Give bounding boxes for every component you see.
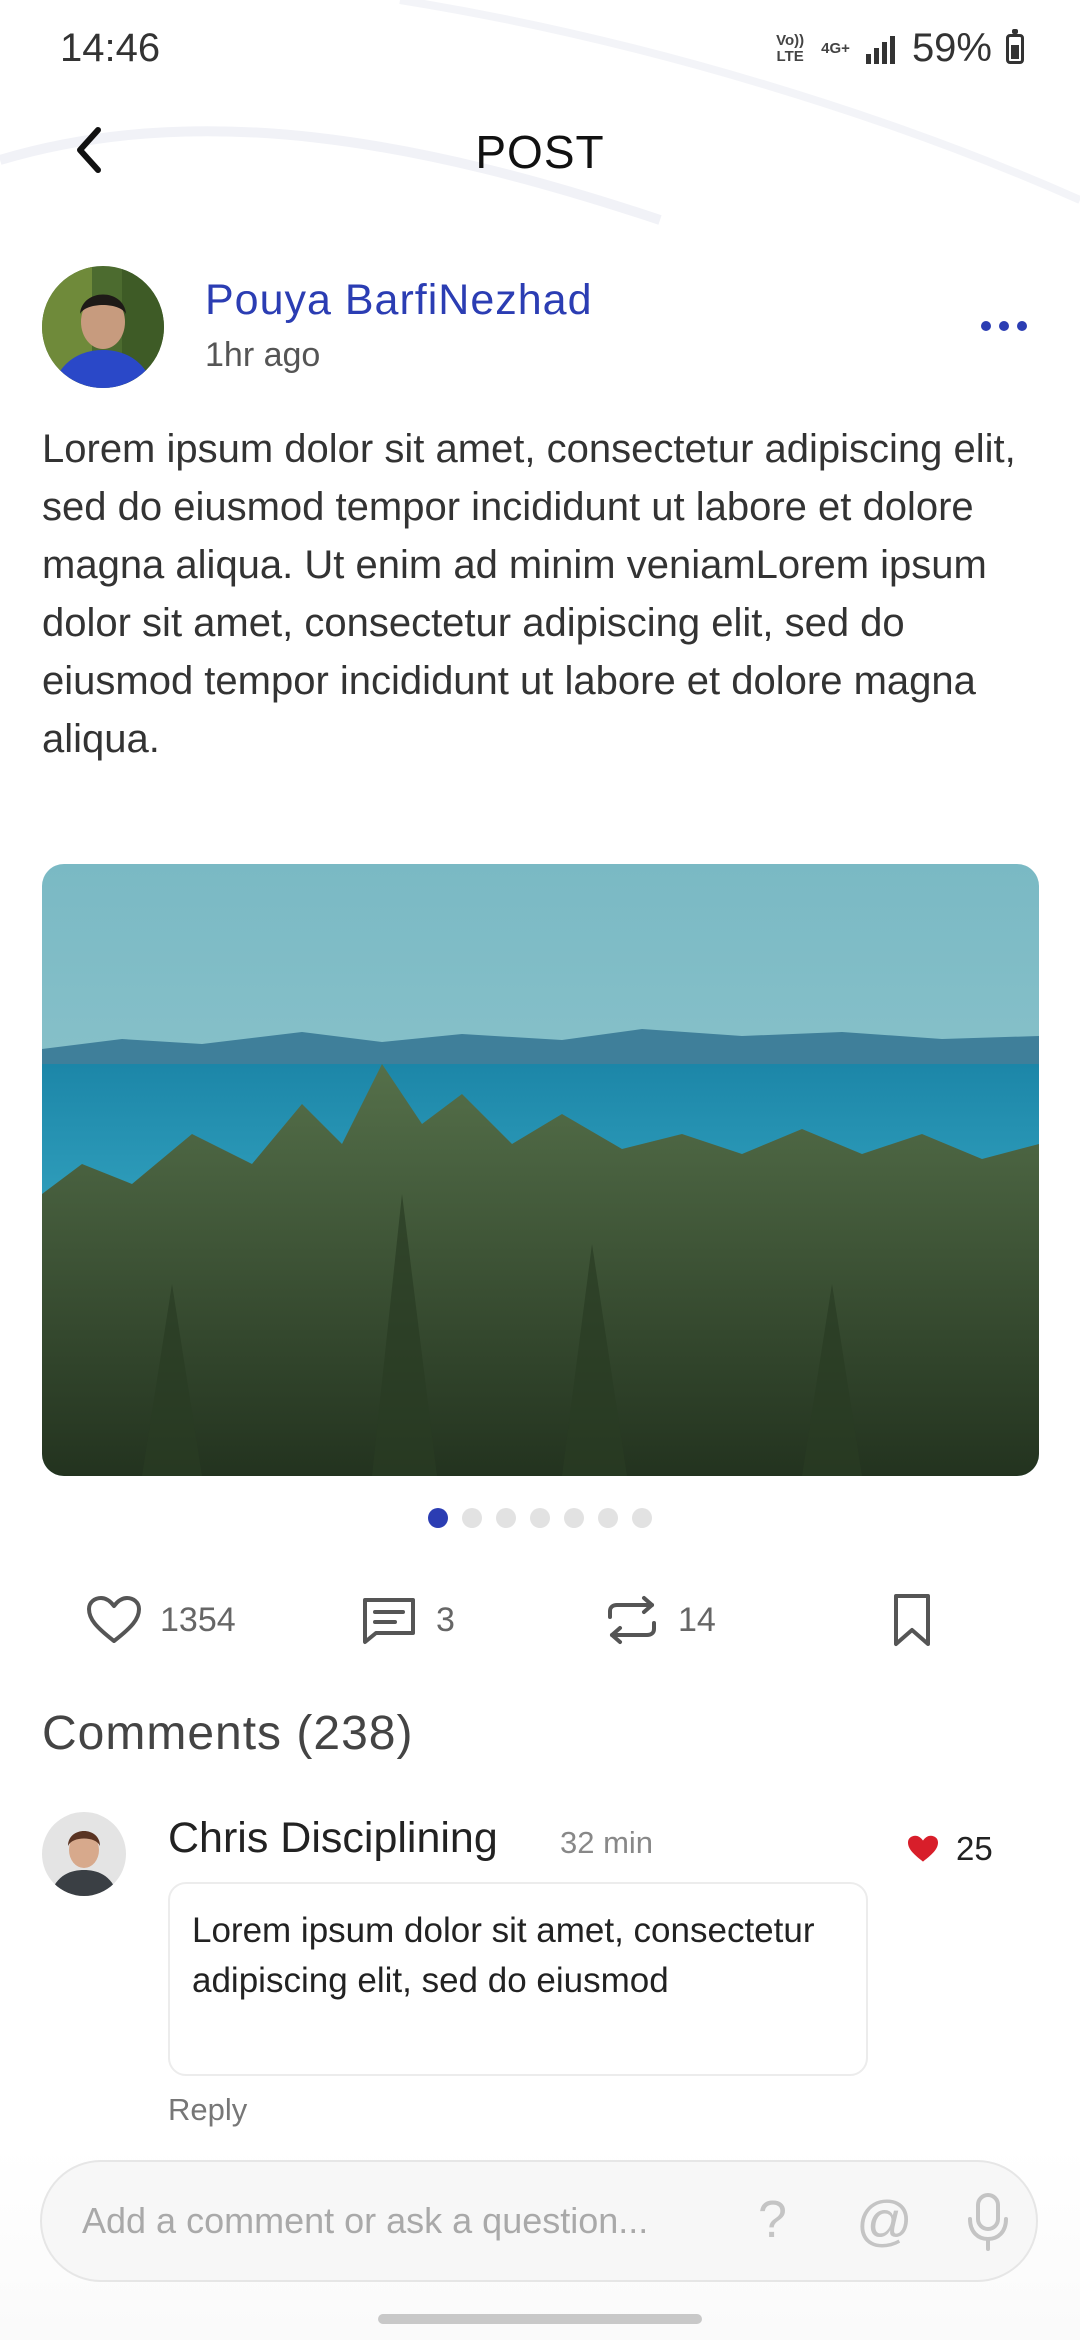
- status-time: 14:46: [60, 26, 161, 70]
- commenter-name[interactable]: Chris Disciplining: [168, 1814, 498, 1863]
- author-name[interactable]: Pouya BarfiNezhad: [205, 276, 593, 325]
- comment-count: 3: [436, 1600, 455, 1639]
- carousel-dot[interactable]: [564, 1508, 584, 1528]
- volte-indicator: Vo)) LTE: [776, 31, 805, 65]
- status-icons: Vo)) LTE 4G+ 59%: [773, 26, 1024, 71]
- carousel-dot[interactable]: [632, 1508, 652, 1528]
- comment-like-count: 25: [956, 1830, 993, 1867]
- carousel-dot[interactable]: [496, 1508, 516, 1528]
- comment-like-button[interactable]: 25: [906, 1830, 993, 1868]
- carousel-dot[interactable]: [462, 1508, 482, 1528]
- comment-icon: [363, 1598, 415, 1644]
- repost-icon: [608, 1596, 656, 1644]
- commenter-avatar[interactable]: [42, 1812, 126, 1896]
- comments-heading: Comments (238): [42, 1707, 414, 1760]
- reply-link[interactable]: Reply: [168, 2092, 247, 2128]
- post-body: Lorem ipsum dolor sit amet, consectetur …: [42, 427, 1016, 761]
- like-count: 1354: [160, 1600, 236, 1639]
- post-timestamp: 1hr ago: [205, 336, 321, 374]
- question-icon[interactable]: ?: [758, 2190, 787, 2250]
- more-options-icon[interactable]: [974, 306, 1034, 346]
- heart-filled-icon: [908, 1835, 938, 1862]
- like-button[interactable]: 1354: [86, 1590, 236, 1650]
- comment-timestamp: 32 min: [560, 1825, 654, 1860]
- carousel-indicator: [0, 1508, 1080, 1528]
- carousel-dot-active[interactable]: [428, 1508, 448, 1528]
- bookmark-icon: [894, 1594, 930, 1646]
- post-image[interactable]: [42, 864, 1039, 1476]
- comment-button[interactable]: 3: [360, 1590, 455, 1650]
- comment-input-placeholder: Add a comment or ask a question...: [82, 2200, 649, 2241]
- signal-icon: [865, 35, 895, 64]
- battery-icon: [1006, 28, 1024, 64]
- microphone-icon[interactable]: [962, 2192, 1014, 2252]
- mention-icon[interactable]: @: [856, 2188, 913, 2253]
- bookmark-button[interactable]: [888, 1590, 936, 1650]
- carousel-dot[interactable]: [530, 1508, 550, 1528]
- repost-count: 14: [678, 1600, 716, 1639]
- comment-text: Lorem ipsum dolor sit amet, consectetur …: [168, 1882, 868, 2076]
- author-avatar[interactable]: [42, 266, 164, 388]
- heart-outline-icon: [87, 1596, 141, 1643]
- carousel-dot[interactable]: [598, 1508, 618, 1528]
- repost-button[interactable]: 14: [604, 1590, 716, 1650]
- network-gen: 4G+: [821, 39, 850, 57]
- battery-percent: 59%: [911, 26, 992, 70]
- home-indicator[interactable]: [378, 2314, 702, 2324]
- page-title: POST: [475, 126, 605, 178]
